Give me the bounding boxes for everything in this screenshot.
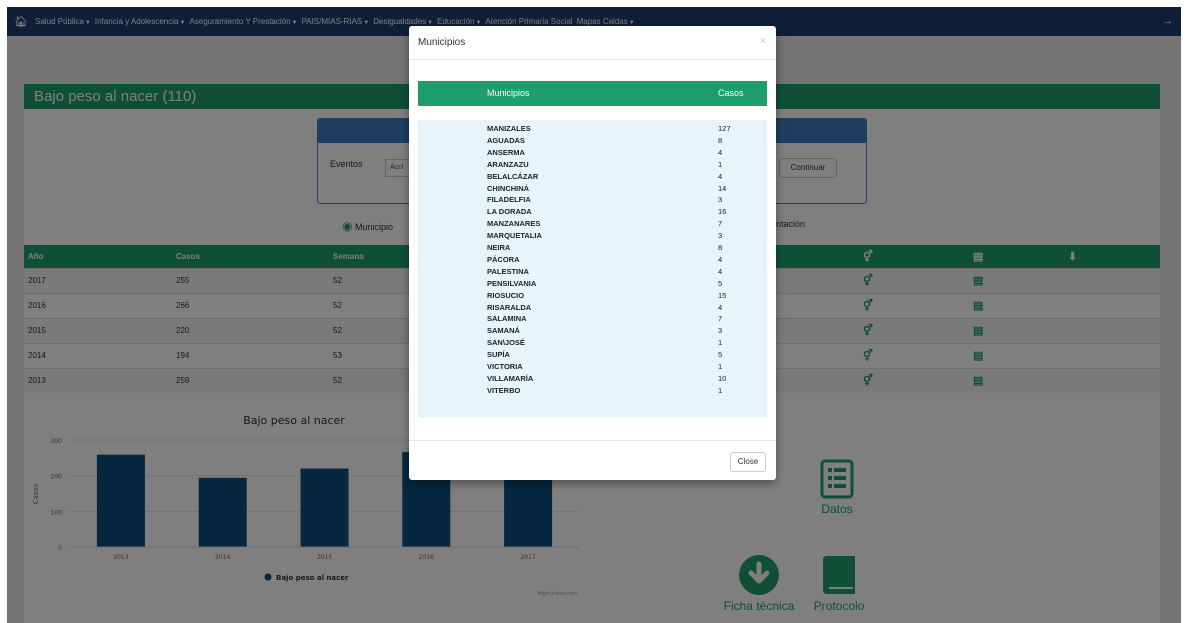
municipio-casos: 5 [718,350,723,360]
list-item: MANZANARES 7 [418,219,767,229]
list-item: PALESTINA 4 [418,267,767,277]
municipio-name: ANSERMA [487,147,525,157]
municipio-name: SUPÍA [487,350,510,360]
list-item: RIOSUCIO 15 [418,291,767,301]
municipio-name: MANIZALES [487,124,531,133]
municipio-casos: 4 [718,254,723,264]
list-item: VILLAMARÍA 10 [418,374,767,384]
list-item: FILADELFIA 3 [418,195,767,205]
list-item: ARANZAZU 1 [418,160,767,170]
municipio-name: MANZANARES [487,219,541,229]
municipio-casos: 1 [718,338,723,348]
municipio-casos: 7 [718,314,723,324]
municipios-modal: Municipios × Municipios Casos MANIZALES 1… [409,26,776,480]
list-item: ANSERMA 4 [418,148,767,158]
list-item: SAMANÁ 3 [418,326,767,336]
municipio-name: PALESTINA [487,266,529,276]
municipio-casos: 8 [718,135,723,145]
municipio-name: RISARALDA [487,302,532,312]
municipio-casos: 4 [718,266,723,276]
municipio-casos: 15 [718,290,727,300]
municipio-name: SALAMINA [487,314,527,324]
municipio-casos: 4 [718,171,723,181]
modal-table-header: Municipios Casos [418,81,767,106]
municipio-casos: 4 [718,147,723,157]
municipio-casos: 10 [718,373,727,383]
municipio-casos: 3 [718,195,723,205]
list-item: CHINCHINÁ 14 [418,184,767,194]
municipio-name: CHINCHINÁ [487,183,530,193]
municipio-name: NEIRA [487,243,511,252]
municipio-name: SAN\JOSÉ [487,338,525,348]
list-item: BELALCÁZAR 4 [418,172,767,182]
municipio-name: SAMANÁ [487,326,520,336]
close-icon[interactable]: × [760,36,766,47]
municipio-name: VILLAMARÍA [487,373,534,383]
municipio-casos: 4 [718,302,723,312]
municipio-casos: 127 [718,124,731,133]
list-item: SAN\JOSÉ 1 [418,338,767,348]
municipio-casos: 14 [718,183,727,193]
municipio-casos: 1 [718,362,723,371]
municipio-name: PENSILVANIA [487,278,537,288]
municipio-casos: 3 [718,326,723,336]
modal-table-body: MANIZALES 127 AGUADAS 8 ANSERMA 4 ARANZAZU 1 BEL… [418,120,767,418]
list-item: VICTORIA 1 [418,362,767,372]
col-casos: Casos [718,88,744,98]
modal-footer: Close [409,440,776,480]
municipio-name: VICTORIA [487,362,523,371]
list-item: VITERBO 1 [418,386,767,396]
close-button[interactable]: Close [730,452,766,472]
list-item: NEIRA 8 [418,243,767,253]
list-item: PÁCORA 4 [418,255,767,265]
municipio-casos: 7 [718,219,723,229]
list-item: PENSILVANIA 5 [418,279,767,289]
municipio-casos: 1 [718,159,723,169]
municipio-name: LA DORADA [487,207,532,217]
municipio-casos: 1 [718,385,723,395]
municipio-casos: 8 [718,243,723,252]
list-item: SALAMINA 7 [418,314,767,324]
municipio-name: RIOSUCIO [487,290,525,300]
list-item: MARQUETALIA 3 [418,231,767,241]
list-item: AGUADAS 8 [418,136,767,146]
municipio-name: VITERBO [487,385,521,395]
modal-title: Municipios [418,37,466,48]
municipio-name: MARQUETALIA [487,231,542,241]
municipio-casos: 3 [718,231,723,241]
list-item: RISARALDA 4 [418,303,767,313]
list-item: LA DORADA 16 [418,207,767,217]
municipio-casos: 5 [718,278,723,288]
municipio-name: FILADELFIA [487,195,531,205]
municipio-casos: 16 [718,207,727,217]
list-item: MANIZALES 127 [418,124,767,134]
municipio-name: AGUADAS [487,135,525,145]
modal-header: Municipios × [409,26,776,60]
list-item: SUPÍA 5 [418,350,767,360]
col-municipios: Municipios [487,88,530,98]
municipio-name: BELALCÁZAR [487,171,539,181]
municipio-name: ARANZAZU [487,159,529,169]
municipio-name: PÁCORA [487,254,520,264]
